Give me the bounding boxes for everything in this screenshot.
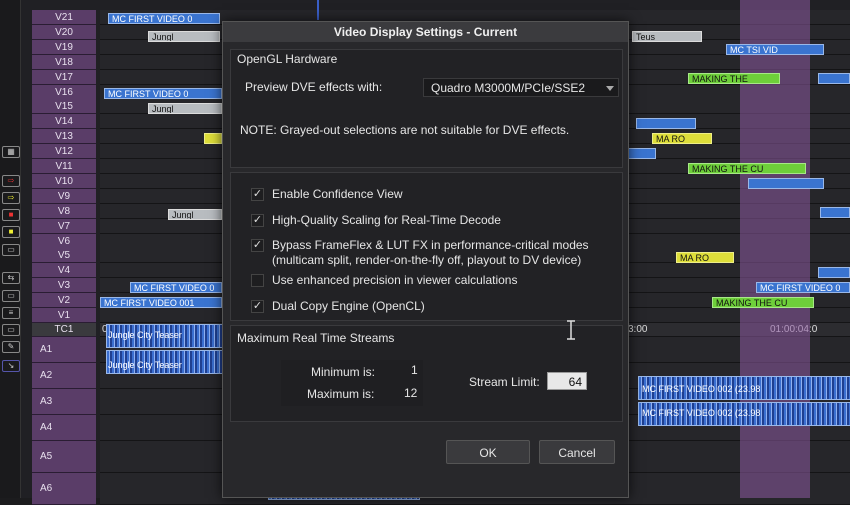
option-checkbox[interactable] xyxy=(251,274,264,287)
chevron-down-icon xyxy=(606,86,614,91)
track-label[interactable]: V8 xyxy=(32,204,96,219)
track-label[interactable]: A6 xyxy=(32,473,96,505)
track-label[interactable]: V15 xyxy=(32,99,96,114)
min-label: Minimum is: xyxy=(311,365,376,379)
clip[interactable]: MC FIRST VIDEO 0 xyxy=(130,282,222,293)
clip[interactable]: MAKING THE CU xyxy=(712,297,814,308)
clip[interactable]: MC FIRST VIDEO 0 xyxy=(108,13,220,24)
timeline-tool-palette: ▦ ⇨ ⇨ ■ ■ ▭ ⇆ ▭ ≡ ▭ ✎ ↘ xyxy=(0,0,21,498)
track-label[interactable]: V7 xyxy=(32,219,96,234)
clip-label: MC FIRST VIDEO 002 (23.98 xyxy=(642,408,761,418)
trim-icon[interactable]: ▭ xyxy=(2,290,20,302)
track-label[interactable]: V16 xyxy=(32,85,96,100)
dropdown-value: Quadro M3000M/PCIe/SSE2 xyxy=(431,81,586,95)
option-label: Enable Confidence View xyxy=(272,187,403,201)
option-checkbox[interactable]: ✓ xyxy=(251,239,264,252)
slip-icon[interactable]: ≡ xyxy=(2,307,20,319)
option-sublabel: (multicam split, render-on-the-fly off, … xyxy=(272,253,582,267)
track-label[interactable]: V3 xyxy=(32,278,96,293)
max-label: Maximum is: xyxy=(307,387,375,401)
track-label[interactable]: V6 xyxy=(32,234,96,249)
track-label[interactable]: A5 xyxy=(32,441,96,473)
section-title: OpenGL Hardware xyxy=(237,52,338,66)
track-label[interactable]: V2 xyxy=(32,293,96,308)
clip[interactable]: MC FIRST VIDEO 0 xyxy=(756,282,850,293)
clip[interactable] xyxy=(818,73,850,84)
clip-label: Jungle City Teaser xyxy=(108,330,182,340)
track-label[interactable]: V9 xyxy=(32,189,96,204)
min-value: 1 xyxy=(411,363,418,377)
track-label[interactable]: A4 xyxy=(32,415,96,441)
option-checkbox[interactable]: ✓ xyxy=(251,214,264,227)
option-label: Use enhanced precision in viewer calcula… xyxy=(272,273,518,287)
option-checkbox[interactable]: ✓ xyxy=(251,188,264,201)
timecode-mark: 3:00 xyxy=(628,324,648,335)
stream-limit-label: Stream Limit: xyxy=(469,375,540,389)
overwrite-icon[interactable]: ▭ xyxy=(2,324,20,336)
track-label[interactable]: V21 xyxy=(32,10,96,25)
clip-label: Jungle City Teaser xyxy=(108,360,182,370)
track-label[interactable]: V19 xyxy=(32,40,96,55)
clip[interactable]: MA RO xyxy=(676,252,734,263)
video-display-settings-dialog: Video Display Settings - Current OpenGL … xyxy=(222,21,629,498)
link-icon[interactable]: ↘ xyxy=(2,360,20,372)
option-label: Bypass FrameFlex & LUT FX in performance… xyxy=(272,238,589,252)
track-label[interactable]: V20 xyxy=(32,25,96,40)
text-cursor-icon xyxy=(567,320,575,340)
preview-dve-label: Preview DVE effects with: xyxy=(245,80,383,94)
extract-icon[interactable]: ⇨ xyxy=(2,192,20,204)
clip[interactable] xyxy=(818,267,850,278)
option-label: High-Quality Scaling for Real-Time Decod… xyxy=(272,213,501,227)
track-label[interactable]: V11 xyxy=(32,159,96,174)
track-label[interactable]: V5 xyxy=(32,248,96,263)
track-label[interactable]: V17 xyxy=(32,70,96,85)
track-label[interactable]: V1 xyxy=(32,308,96,323)
mark-clip-icon[interactable]: ■ xyxy=(2,209,20,221)
max-value: 12 xyxy=(404,386,418,400)
option-checkbox[interactable]: ✓ xyxy=(251,300,264,313)
clip[interactable] xyxy=(204,133,222,144)
clip[interactable]: MC FIRST VIDEO 0 xyxy=(104,88,222,99)
mark-in-icon[interactable]: ■ xyxy=(2,226,20,238)
track-label[interactable]: V18 xyxy=(32,55,96,70)
track-label[interactable]: A1 xyxy=(32,337,96,363)
clip[interactable]: Teus xyxy=(632,31,702,42)
clip[interactable] xyxy=(636,118,696,129)
lift-icon[interactable]: ⇨ xyxy=(2,175,20,187)
track-label[interactable]: V12 xyxy=(32,144,96,159)
clip[interactable] xyxy=(820,207,850,218)
timecode-track-label[interactable]: TC1 xyxy=(32,323,96,337)
track-label[interactable]: A2 xyxy=(32,363,96,389)
clip-label: MC FIRST VIDEO 002 (23.98 xyxy=(642,384,761,394)
track-label[interactable]: V4 xyxy=(32,263,96,278)
track-label[interactable]: V10 xyxy=(32,174,96,189)
segment-mode-icon[interactable]: ⇆ xyxy=(2,272,20,284)
pencil-icon[interactable]: ✎ xyxy=(2,341,20,353)
clip[interactable]: MAKING THE CU xyxy=(688,163,806,174)
position-indicator[interactable] xyxy=(317,0,319,20)
cancel-button[interactable]: Cancel xyxy=(539,440,615,464)
ok-button[interactable]: OK xyxy=(446,440,530,464)
clip[interactable] xyxy=(748,178,824,189)
clip[interactable] xyxy=(628,148,656,159)
monitor-icon[interactable]: ▭ xyxy=(2,244,20,256)
clip[interactable]: MAKING THE xyxy=(688,73,780,84)
opengl-hardware-section xyxy=(230,49,623,168)
track-label[interactable]: A3 xyxy=(32,389,96,415)
dialog-title[interactable]: Video Display Settings - Current xyxy=(223,22,628,42)
clip[interactable]: MC FIRST VIDEO 001 xyxy=(100,297,222,308)
note-text: NOTE: Grayed-out selections are not suit… xyxy=(240,123,570,137)
section-title: Maximum Real Time Streams xyxy=(237,331,395,345)
preview-dve-dropdown[interactable]: Quadro M3000M/PCIe/SSE2 xyxy=(423,78,619,97)
track-label[interactable]: V13 xyxy=(32,129,96,144)
clip[interactable]: Jungl xyxy=(168,209,222,220)
clip[interactable]: MC TSI VID xyxy=(726,44,824,55)
clip[interactable]: MA RO xyxy=(652,133,712,144)
grid-icon[interactable]: ▦ xyxy=(2,146,20,158)
option-label: Dual Copy Engine (OpenCL) xyxy=(272,299,425,313)
track-label[interactable]: V14 xyxy=(32,114,96,129)
stream-limit-input[interactable]: 64 xyxy=(547,372,587,390)
clip[interactable]: Jungl xyxy=(148,103,222,114)
clip[interactable]: Jungl xyxy=(148,31,220,42)
